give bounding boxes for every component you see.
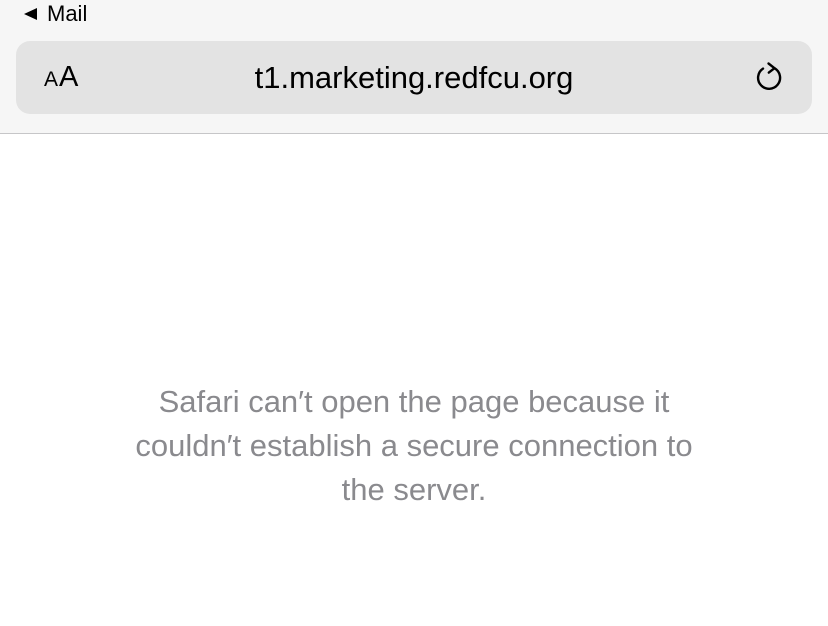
back-to-mail-link[interactable]: Mail xyxy=(24,0,87,28)
url-field[interactable]: t1.marketing.redfcu.org xyxy=(16,41,812,114)
error-line-3: the server. xyxy=(341,472,487,507)
reload-button[interactable] xyxy=(752,60,788,96)
back-link-label: Mail xyxy=(47,1,88,26)
reload-icon xyxy=(756,62,782,90)
browser-toolbar: Mail A A t1.marketing.redfcu.org xyxy=(0,0,828,134)
error-line-2: couldn′t establish a secure connection t… xyxy=(135,428,693,463)
address-bar: A A t1.marketing.redfcu.org xyxy=(16,41,812,114)
connection-error-message: Safari can′t open the page because it co… xyxy=(0,380,828,512)
error-line-1: Safari can′t open the page because it xyxy=(158,384,670,419)
back-triangle-icon xyxy=(24,8,37,20)
